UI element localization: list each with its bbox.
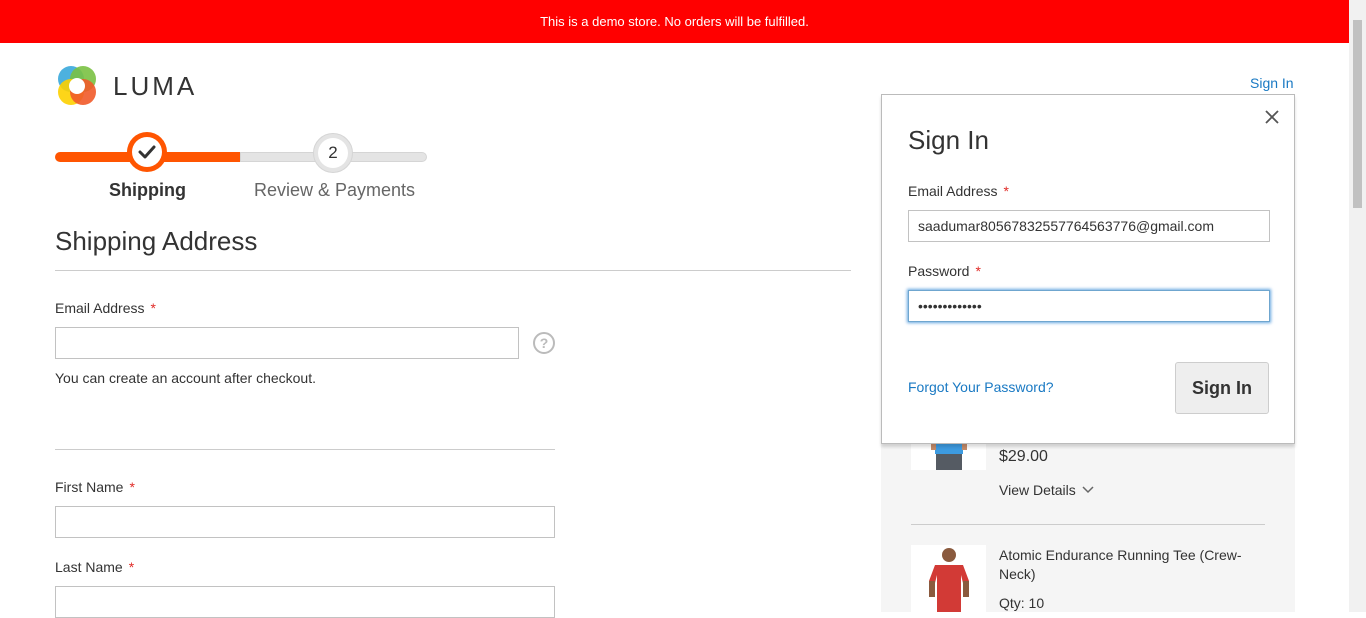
- logo-text: LUMA: [113, 70, 198, 101]
- step-review-label: Review & Payments: [254, 180, 416, 200]
- step-review-indicator: 2: [313, 133, 353, 173]
- view-details-toggle[interactable]: View Details: [999, 482, 1094, 498]
- shipping-address-title: Shipping Address: [55, 226, 258, 256]
- checkmark-icon: [138, 145, 156, 159]
- item-price: $29.00: [999, 448, 1048, 465]
- question-circle-icon[interactable]: ?: [533, 332, 555, 354]
- email-label: Email Address *: [55, 300, 156, 316]
- sign-in-popup: Sign In Email Address * Password * Forgot …: [881, 94, 1295, 444]
- first-name-field[interactable]: [55, 506, 555, 538]
- product-thumbnail[interactable]: [911, 545, 986, 612]
- sign-in-title: Sign In: [908, 125, 989, 155]
- email-note: You can create an account after checkout…: [55, 370, 316, 386]
- required-marker: *: [128, 559, 135, 575]
- luma-logo[interactable]: LUMA: [55, 64, 197, 108]
- step-review-number: 2: [318, 138, 348, 168]
- header-sign-in-link[interactable]: Sign In: [1250, 75, 1294, 91]
- first-name-label-text: First Name: [55, 479, 124, 495]
- last-name-label: Last Name *: [55, 559, 134, 575]
- item-name[interactable]: Atomic Endurance Running Tee (Crew-Neck): [999, 546, 1259, 584]
- required-marker: *: [975, 263, 981, 279]
- signin-password-field[interactable]: [908, 290, 1270, 322]
- signin-password-label-text: Password: [908, 263, 970, 279]
- forgot-password-link[interactable]: Forgot Your Password?: [908, 379, 1054, 395]
- required-marker: *: [150, 300, 156, 316]
- first-name-label: First Name *: [55, 479, 135, 495]
- required-marker: *: [1003, 183, 1009, 199]
- demo-store-banner: This is a demo store. No orders will be …: [0, 0, 1349, 43]
- page-scrollbar[interactable]: [1349, 0, 1366, 612]
- signin-email-label-text: Email Address: [908, 183, 998, 199]
- item-qty: Qty: 10: [999, 595, 1045, 611]
- chevron-down-icon: [1082, 486, 1094, 494]
- step-shipping-indicator: [127, 132, 167, 172]
- product-thumbnail[interactable]: [911, 440, 986, 470]
- signin-email-label: Email Address *: [908, 183, 1009, 199]
- close-icon[interactable]: [1262, 107, 1282, 127]
- last-name-field[interactable]: [55, 586, 555, 618]
- signin-email-field[interactable]: [908, 210, 1270, 242]
- sign-in-button[interactable]: Sign In: [1175, 362, 1269, 414]
- summary-divider: [911, 524, 1265, 525]
- required-marker: *: [129, 479, 135, 495]
- scrollbar-thumb[interactable]: [1353, 20, 1362, 208]
- product-image-blue-tee: [931, 440, 967, 470]
- signin-password-label: Password *: [908, 263, 981, 279]
- view-details-label: View Details: [999, 482, 1076, 498]
- form-divider: [55, 449, 555, 450]
- last-name-label-text: Last Name: [55, 559, 123, 575]
- shipping-email-field[interactable]: [55, 327, 519, 359]
- demo-store-banner-text: This is a demo store. No orders will be …: [540, 14, 809, 29]
- luma-logo-icon: [58, 66, 96, 105]
- step-shipping-label: Shipping: [109, 180, 186, 200]
- email-label-text: Email Address: [55, 300, 145, 316]
- product-image-red-tee: [929, 548, 969, 612]
- section-divider: [55, 270, 851, 271]
